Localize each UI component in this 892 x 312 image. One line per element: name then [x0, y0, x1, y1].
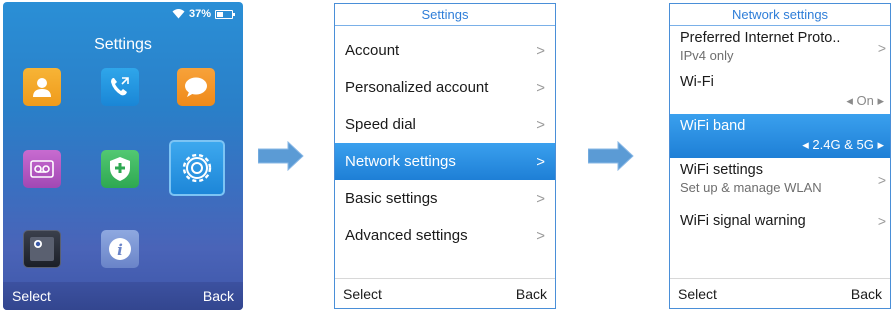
chevron-right-icon: > [536, 227, 545, 244]
option-selector-value[interactable]: ◂ 2.4G & 5G ▸ [802, 137, 884, 153]
contacts-icon[interactable] [23, 68, 61, 106]
gear-icon[interactable] [169, 140, 225, 196]
menu-item-wifi-signal-warning[interactable]: WiFi signal warning > [670, 202, 890, 240]
menu-item-label: Personalized account [345, 79, 489, 96]
menu-item-label: WiFi settings [680, 162, 763, 178]
call-history-icon[interactable] [101, 68, 139, 106]
chevron-right-icon: > [536, 42, 545, 59]
chevron-right-icon: > [877, 172, 886, 188]
phone-home-screen: 37% Settings i Select Back [3, 2, 243, 310]
softkey-bar: Select Back [670, 278, 890, 308]
menu-item-network-settings[interactable]: Network settings > [335, 143, 555, 180]
menu-item-advanced-settings[interactable]: Advanced settings > [335, 217, 555, 254]
softkey-back[interactable]: Back [851, 286, 882, 302]
svg-text:i: i [117, 241, 123, 259]
menu-item-label: Network settings [345, 153, 456, 170]
battery-percent: 37% [188, 8, 211, 20]
menu-item-personalized-account[interactable]: Personalized account > [335, 69, 555, 106]
chevron-right-icon: > [536, 153, 545, 170]
menu-item-wifi-settings[interactable]: WiFi settings Set up & manage WLAN > [670, 158, 890, 202]
softkey-bar: Select Back [335, 278, 555, 308]
menu-item-speed-dial[interactable]: Speed dial > [335, 106, 555, 143]
menu-item-label: Wi-Fi [680, 74, 714, 90]
menu-item-label: Account [345, 42, 400, 59]
menu-item-label: Basic settings [345, 190, 438, 207]
screenshot-stage: 37% Settings i Select Back Settings Acco… [0, 0, 892, 312]
arrow-right-icon [588, 141, 634, 171]
menu-item-label: WiFi band [680, 118, 746, 134]
chevron-right-icon: > [536, 116, 545, 133]
menu-item-wifi-band[interactable]: WiFi band ◂ 2.4G & 5G ▸ [670, 114, 890, 158]
info-icon[interactable]: i [101, 230, 139, 268]
phone-settings-menu: Settings Account > Personalized account … [334, 3, 556, 309]
voicemail-icon[interactable] [23, 150, 61, 188]
menu-item-label: Preferred Internet Proto.. [680, 30, 841, 46]
phone-network-settings: Network settings Preferred Internet Prot… [669, 3, 891, 309]
chevron-right-icon: > [877, 213, 886, 229]
menu-item-wifi[interactable]: Wi-Fi ◂ On ▸ [670, 70, 890, 114]
menu-item-sublabel: Set up & manage WLAN [680, 180, 822, 195]
menu-item-label: WiFi signal warning [680, 212, 806, 229]
menu-item-sublabel: IPv4 only [680, 48, 734, 63]
home-title: Settings [94, 36, 152, 53]
menu-item-account[interactable]: Account > [335, 32, 555, 69]
menu-header: Network settings [670, 4, 890, 26]
shield-icon[interactable] [101, 150, 139, 188]
option-selector-value[interactable]: ◂ On ▸ [846, 93, 884, 109]
status-bar: 37% [172, 6, 235, 22]
camera-icon[interactable] [23, 230, 61, 268]
chevron-right-icon: > [536, 190, 545, 207]
message-icon[interactable] [177, 68, 215, 106]
menu-header: Settings [335, 4, 555, 26]
chevron-right-icon: > [877, 40, 886, 56]
softkey-bar: Select Back [3, 282, 243, 310]
menu-item-basic-settings[interactable]: Basic settings > [335, 180, 555, 217]
softkey-back[interactable]: Back [203, 288, 234, 304]
chevron-right-icon: > [536, 79, 545, 96]
softkey-select[interactable]: Select [12, 288, 51, 304]
softkey-select[interactable]: Select [343, 286, 382, 302]
arrow-right-icon [258, 141, 304, 171]
battery-icon [215, 9, 235, 19]
softkey-select[interactable]: Select [678, 286, 717, 302]
menu-item-preferred-internet-protocol[interactable]: Preferred Internet Proto.. IPv4 only > [670, 26, 890, 70]
softkey-back[interactable]: Back [516, 286, 547, 302]
menu-item-label: Advanced settings [345, 227, 468, 244]
wifi-icon [172, 8, 185, 21]
menu-item-label: Speed dial [345, 116, 416, 133]
